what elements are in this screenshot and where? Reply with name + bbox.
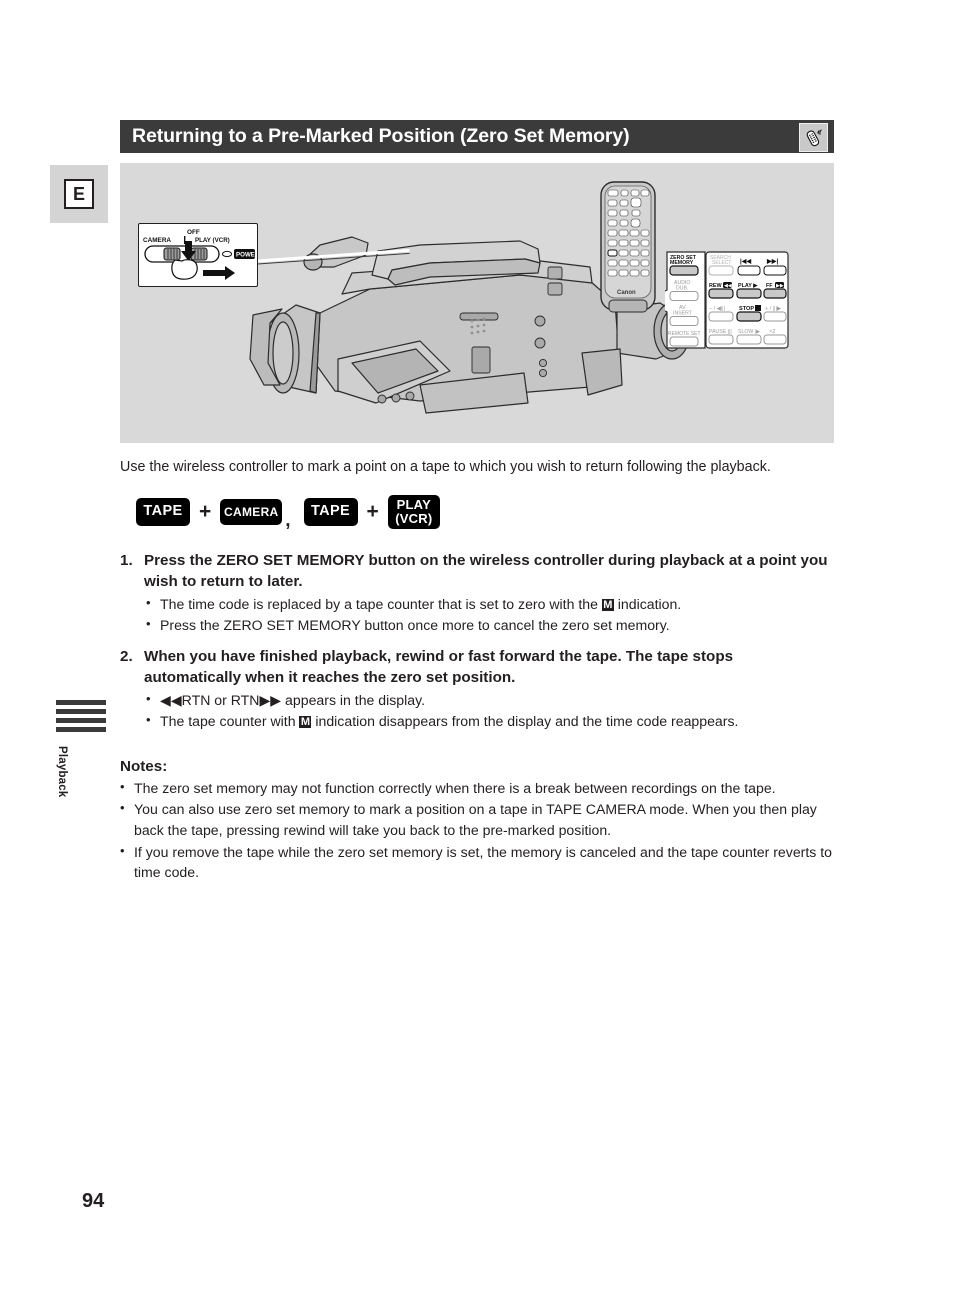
note-item: The zero set memory may not function cor… [120,777,834,799]
mode-badge-play-vcr: PLAY (VCR) [387,494,440,529]
language-tab: E [50,165,108,223]
step-2: 2. When you have finished playback, rewi… [120,646,834,732]
chapter-tab-bars [56,700,106,732]
power-label: POWER [236,252,257,259]
btn-label-play: PLAY ▶ [738,283,758,289]
mode-plus-2: + [366,500,379,524]
notes-list: The zero set memory may not function cor… [120,777,834,884]
bullet-text-before: The tape counter with [160,712,300,729]
bullet-text-before: The time code is replaced by a tape coun… [160,596,602,613]
btn-label-rew-search: |◀◀ [740,258,751,265]
btn-label-plus-slow: + / |||▶ [765,306,781,312]
step-1-heading: Press the ZERO SET MEMORY button on the … [144,551,828,590]
bullet-text-after: indication disappears from the display a… [311,712,739,729]
mode-plus-1: + [199,500,212,524]
m-indication-icon: M [601,599,614,612]
mode-badge-tape-2: TAPE [303,497,358,526]
btn-label-stop: STOP [739,306,754,312]
instruction-steps: 1. Press the ZERO SET MEMORY button on t… [120,550,834,732]
svg-text:SELECT: SELECT [712,260,731,266]
step-2-bullets: ◀◀RTN or RTN▶▶ appears in the display. T… [146,689,834,732]
chapter-bar [56,718,106,723]
mode-badge-tape-1: TAPE [136,497,190,526]
svg-text:DUB.: DUB. [676,286,688,292]
page-content: Returning to a Pre-Marked Position (Zero… [120,120,834,884]
step-2-bullet-2: The tape counter with M indication disap… [146,710,834,732]
mode-badge-camera: CAMERA [220,498,283,525]
notes-section: Notes: The zero set memory may not funct… [120,758,834,884]
intro-paragraph: Use the wireless controller to mark a po… [120,459,771,475]
section-header: Returning to a Pre-Marked Position (Zero… [120,120,834,153]
remote-brand: Canon [617,290,636,296]
page-number: 94 [82,1190,105,1212]
mode-separator: , [285,509,291,531]
chapter-tab: Playback [56,700,106,836]
svg-text:◀◀: ◀◀ [724,283,732,289]
step-2-bullet-1: ◀◀RTN or RTN▶▶ appears in the display. [146,689,834,711]
btn-label-x2: ×2 [769,329,775,335]
step-1-bullets: The time code is replaced by a tape coun… [146,593,834,636]
power-play-label: PLAY (VCR) [195,237,230,244]
btn-label-remote-set: REMOTE SET [668,331,701,337]
power-camera-label: CAMERA [143,237,171,244]
mode-badge-play-line2: (VCR) [395,510,433,526]
step-1-bullet-2: Press the ZERO SET MEMORY button once mo… [146,614,834,636]
btn-label-ff-search: ▶▶| [766,258,779,265]
step-2-heading: When you have finished playback, rewind … [144,647,734,686]
btn-label-rew: REW [709,283,722,289]
note-item: You can also use zero set memory to mark… [120,798,834,840]
mode-badges: TAPE + CAMERA , TAPE + PLAY (VCR) [120,494,834,530]
step-1: 1. Press the ZERO SET MEMORY button on t… [120,550,834,636]
language-tab-label: E [64,179,94,209]
m-indication-icon: M [299,715,312,728]
bullet-text: Press the ZERO SET MEMORY button once mo… [160,616,670,633]
mode-badge-play-line1: PLAY [396,497,431,513]
btn-label-minus-slow: − / ◀||| [709,306,725,312]
btn-label-pause: PAUSE ||| [709,329,732,335]
step-2-number: 2. [120,647,133,665]
svg-text:INSERT: INSERT [673,311,693,317]
remote-button-panel-detail: ZERO SET MEMORY AUDIO DUB. AV INSERT REM… [665,250,790,350]
chapter-bar [56,700,106,705]
wireless-remote-icon [799,123,828,152]
bullet-text-rtn: ◀◀RTN or RTN▶▶ appears in the display. [160,692,426,709]
bullet-text-after: indication. [613,596,682,613]
chapter-bar [56,727,106,732]
wireless-controller-illustration: Canon [595,178,665,318]
chapter-tab-label: Playback [56,746,68,798]
step-1-number: 1. [120,551,133,569]
svg-text:▶▶: ▶▶ [776,283,784,289]
illustration-panel: OFF CAMERA PLAY (VCR) POWER [120,163,834,443]
btn-label-slow: SLOW |▶ [738,329,760,335]
notes-title: Notes: [120,757,168,775]
btn-label-ff: FF [766,283,773,289]
power-switch-callout: OFF CAMERA PLAY (VCR) POWER [138,223,258,287]
note-item: If you remove the tape while the zero se… [120,841,834,883]
page-title: Returning to a Pre-Marked Position (Zero… [132,125,630,147]
chapter-bar [56,709,106,714]
power-off-label: OFF [187,229,200,236]
svg-text:MEMORY: MEMORY [670,260,694,266]
step-1-bullet-1: The time code is replaced by a tape coun… [146,593,834,615]
